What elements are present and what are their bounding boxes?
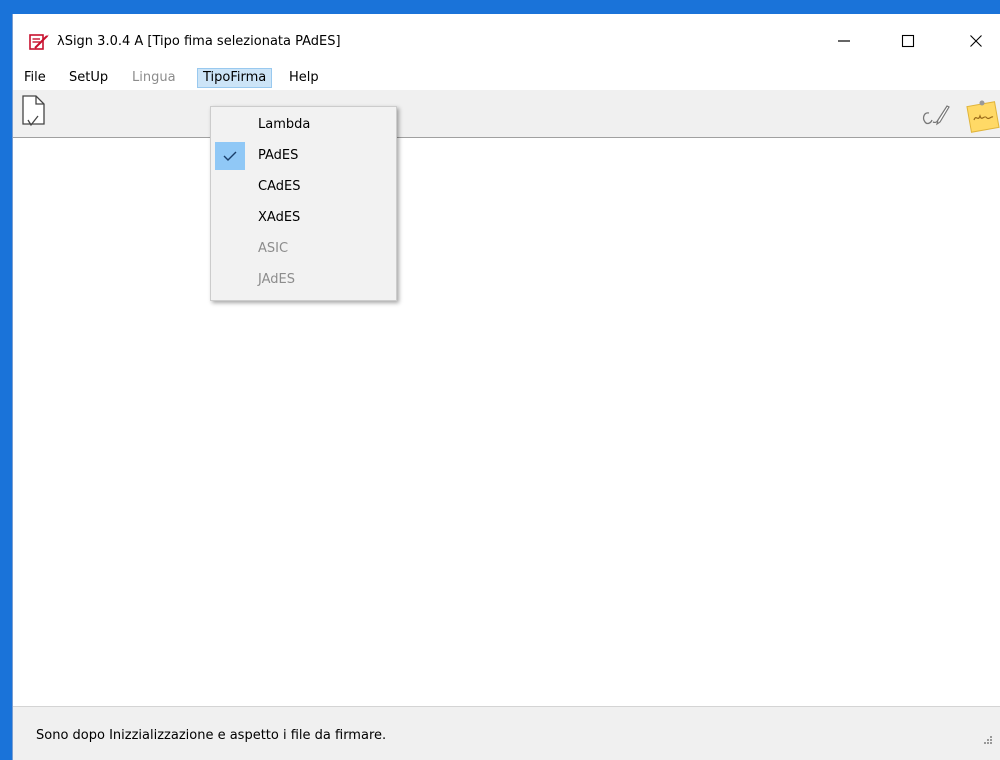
- menu-option-jades[interactable]: JAdES: [213, 265, 394, 295]
- menu-help[interactable]: Help: [284, 68, 324, 88]
- status-text: Sono dopo Inizzializzazione e aspetto i …: [36, 728, 387, 743]
- maximize-icon: [901, 34, 915, 48]
- desktop-background: [0, 0, 1000, 14]
- menu-option-label: XAdES: [258, 210, 301, 225]
- maximize-button[interactable]: [885, 26, 931, 56]
- menu-option-label: JAdES: [258, 272, 295, 287]
- desktop-background-left: [0, 14, 12, 760]
- menu-option-label: Lambda: [258, 117, 311, 132]
- menu-lingua[interactable]: Lingua: [127, 68, 181, 88]
- menu-option-lambda[interactable]: Lambda: [213, 110, 394, 140]
- checkmark-icon: [222, 149, 238, 163]
- menu-bar: File SetUp Lingua TipoFirma Help: [13, 66, 1000, 90]
- tipofirma-dropdown: Lambda PAdES CAdES XAdES ASIC JAdES: [210, 106, 397, 301]
- toolbar: [13, 90, 1000, 138]
- menu-option-label: ASIC: [258, 241, 289, 256]
- sticky-note-icon[interactable]: [963, 98, 1000, 134]
- signature-pen-icon[interactable]: [920, 103, 952, 131]
- menu-option-pades[interactable]: PAdES: [213, 141, 394, 171]
- window-title: λSign 3.0.4 A [Tipo fima selezionata PAd…: [57, 34, 341, 49]
- menu-option-xades[interactable]: XAdES: [213, 203, 394, 233]
- close-icon: [970, 35, 982, 47]
- title-bar[interactable]: λSign 3.0.4 A [Tipo fima selezionata PAd…: [13, 14, 1000, 66]
- menu-file[interactable]: File: [19, 68, 51, 88]
- menu-option-label: PAdES: [258, 148, 299, 163]
- menu-option-asic[interactable]: ASIC: [213, 234, 394, 264]
- menu-setup[interactable]: SetUp: [64, 68, 113, 88]
- app-window: λSign 3.0.4 A [Tipo fima selezionata PAd…: [12, 14, 1000, 760]
- minimize-button[interactable]: [821, 26, 867, 56]
- desktop: λSign 3.0.4 A [Tipo fima selezionata PAd…: [0, 0, 1000, 760]
- new-document-icon[interactable]: [21, 94, 47, 128]
- document-area[interactable]: [13, 138, 1000, 714]
- resize-grip-icon[interactable]: [981, 733, 993, 745]
- close-button[interactable]: [953, 26, 999, 56]
- app-icon: [29, 33, 49, 51]
- minimize-icon: [838, 40, 850, 42]
- menu-option-cades[interactable]: CAdES: [213, 172, 394, 202]
- menu-tipofirma[interactable]: TipoFirma: [197, 68, 273, 88]
- menu-option-label: CAdES: [258, 179, 301, 194]
- status-bar: Sono dopo Inizzializzazione e aspetto i …: [13, 706, 1000, 760]
